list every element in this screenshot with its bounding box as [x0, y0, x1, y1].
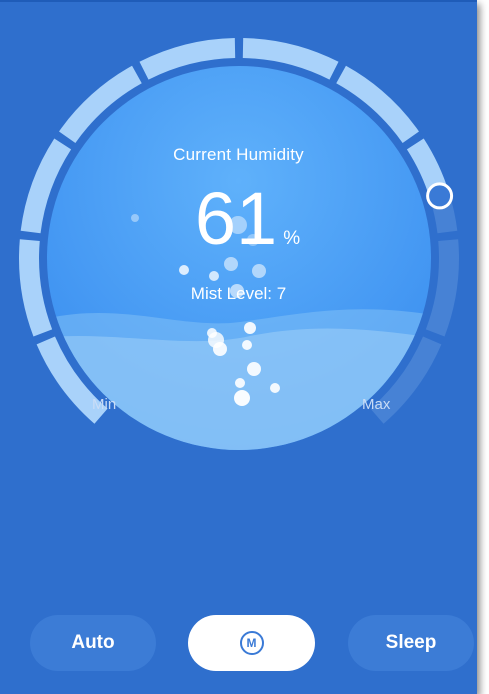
humidity-unit: %: [283, 228, 301, 249]
humidity-title: Current Humidity: [173, 145, 304, 164]
auto-mode-button[interactable]: Auto: [30, 615, 156, 671]
sleep-mode-button[interactable]: Sleep: [348, 615, 474, 671]
manual-mode-button[interactable]: M: [188, 615, 315, 671]
mist-level-label: Mist Level: 7: [190, 284, 287, 303]
dial-graphic: [19, 38, 459, 450]
humidifier-screen: Current Humidity 61% Mist Level: 7 Min M…: [0, 0, 477, 694]
humidity-value: 61: [194, 177, 278, 260]
humidity-value-group: 61%: [0, 182, 477, 256]
min-label: Min: [92, 396, 117, 413]
max-label: Max: [362, 396, 391, 413]
water-waves: [47, 309, 431, 450]
manual-mode-icon: M: [239, 631, 264, 655]
humidity-dial[interactable]: Current Humidity 61% Mist Level: 7 Min M…: [0, 0, 477, 520]
